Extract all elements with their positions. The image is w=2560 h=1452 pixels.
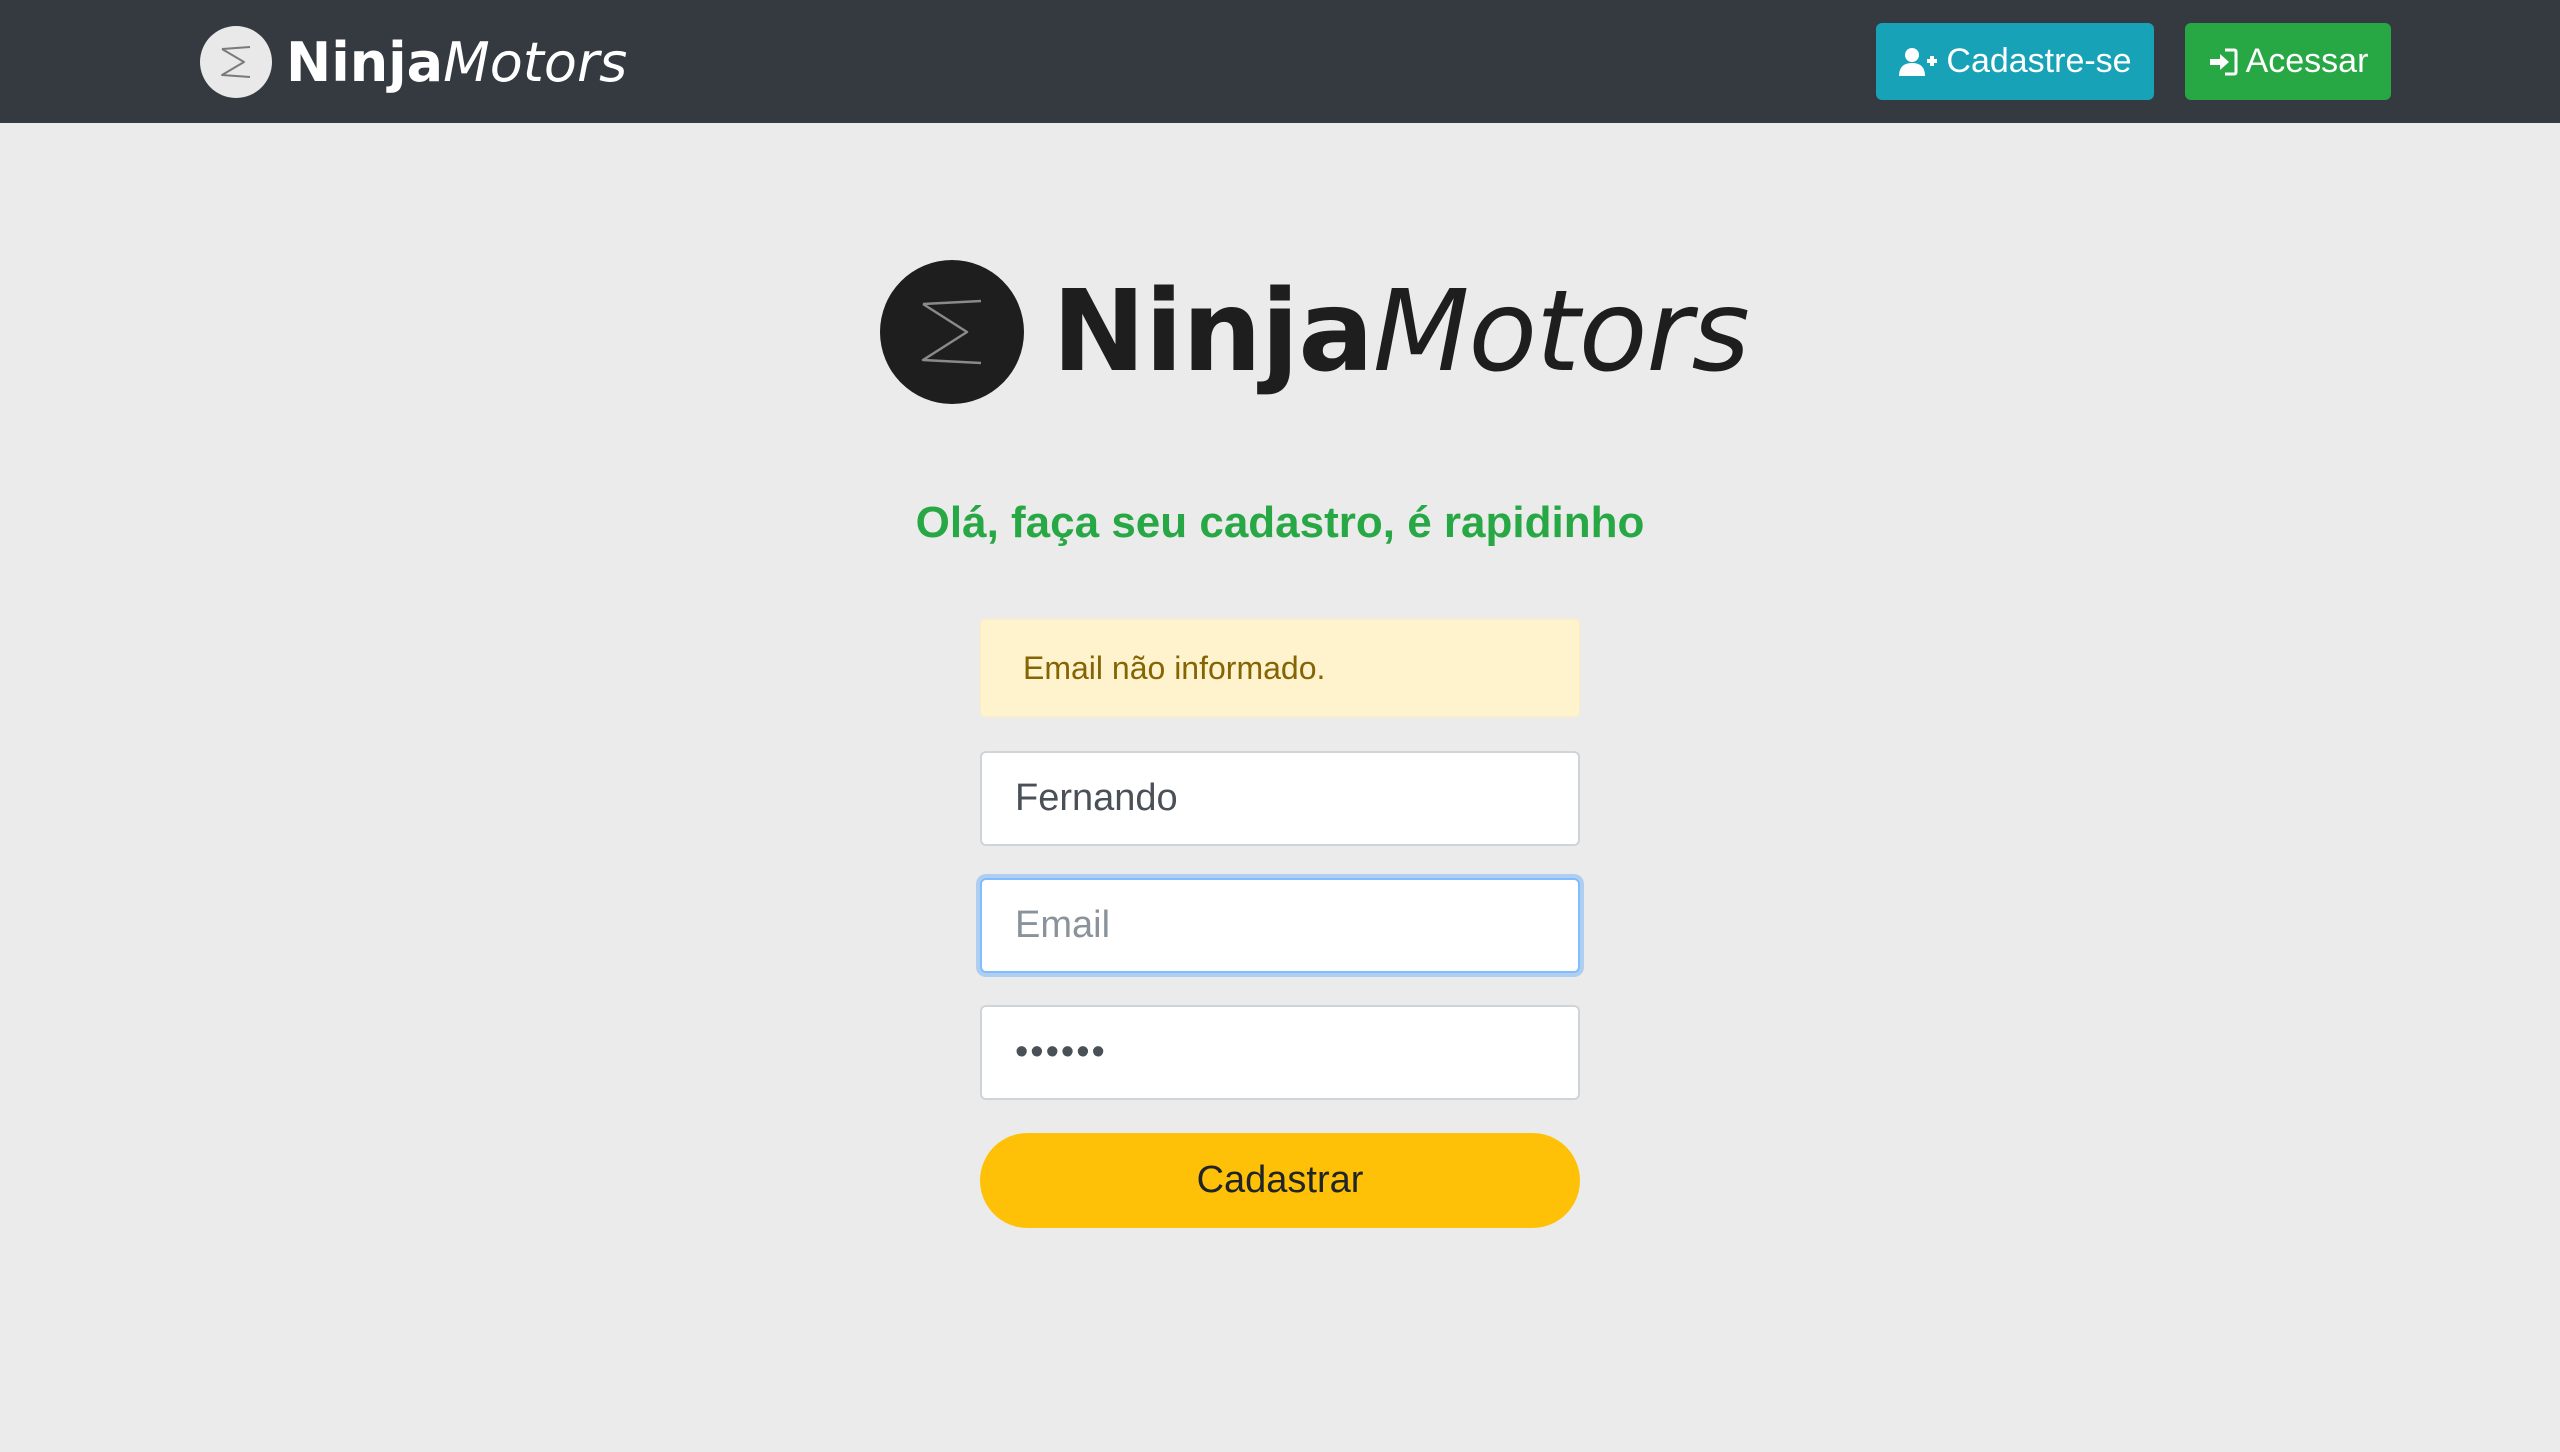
brand-motors: Motors [443, 30, 628, 94]
hero-brand-ninja: Ninja [1052, 267, 1374, 397]
sign-in-icon [2208, 48, 2238, 76]
sigma-logo-icon [200, 26, 272, 98]
signup-form: Email não informado. Cadastrar [980, 619, 1580, 1228]
login-button[interactable]: Acessar [2185, 23, 2391, 100]
register-button[interactable]: Cadastre-se [1876, 23, 2154, 100]
hero-logo: NinjaMotors [880, 259, 1750, 405]
page-heading: Olá, faça seu cadastro, é rapidinho [915, 498, 1645, 547]
user-plus-icon [1898, 46, 1938, 78]
submit-button[interactable]: Cadastrar [980, 1133, 1580, 1228]
hero-brand-text: NinjaMotors [1052, 267, 1750, 397]
navbar-brand-text: NinjaMotors [286, 31, 627, 94]
sigma-logo-icon [880, 260, 1024, 404]
password-field[interactable] [980, 1005, 1580, 1100]
login-button-label: Acessar [2245, 42, 2369, 80]
name-field[interactable] [980, 751, 1580, 846]
warning-alert: Email não informado. [980, 619, 1580, 717]
register-button-label: Cadastre-se [1946, 42, 2132, 80]
brand-ninja: Ninja [286, 30, 444, 94]
hero-brand-motors: Motors [1372, 267, 1750, 397]
email-field[interactable] [980, 878, 1580, 973]
navbar: NinjaMotors Cadastre-se Acessar [0, 0, 2560, 123]
navbar-brand[interactable]: NinjaMotors [200, 26, 627, 98]
